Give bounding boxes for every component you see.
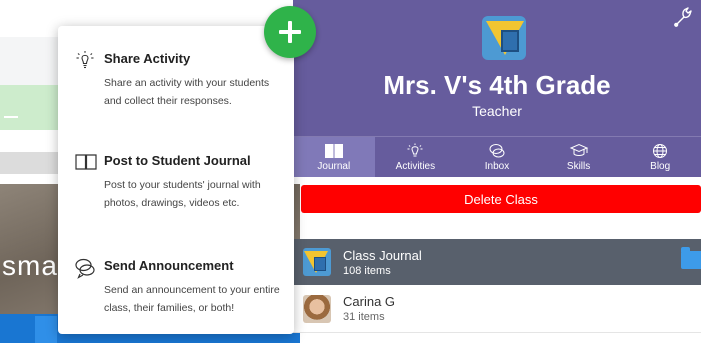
speech-bubbles-icon bbox=[74, 257, 98, 284]
class-role: Teacher bbox=[472, 103, 522, 119]
tab-label: Journal bbox=[317, 160, 351, 172]
menu-item-desc: Post to your students' journal with phot… bbox=[104, 179, 261, 209]
add-menu-popup: Share Activity Share an activity with yo… bbox=[58, 26, 294, 334]
book-icon bbox=[74, 152, 98, 177]
list-item-count: 108 items bbox=[343, 264, 391, 277]
tab-label: Skills bbox=[566, 160, 591, 172]
list-item-name: Class Journal bbox=[343, 247, 422, 263]
tab-blog[interactable]: Blog bbox=[619, 137, 701, 177]
menu-item-title: Share Activity bbox=[104, 51, 191, 66]
delete-class-button[interactable]: Delete Class bbox=[301, 185, 701, 213]
tab-label: Activities bbox=[395, 160, 436, 172]
class-nav: Journal Activities Inbox Skills Blog bbox=[293, 136, 701, 177]
class-journal-icon bbox=[303, 248, 331, 276]
tab-label: Blog bbox=[650, 160, 671, 172]
bg-dash bbox=[4, 116, 18, 118]
lightbulb-icon bbox=[407, 143, 423, 156]
class-title: Mrs. V's 4th Grade bbox=[383, 70, 611, 100]
list-item-student[interactable]: Carina G 31 items bbox=[293, 285, 701, 333]
chat-icon bbox=[489, 143, 505, 157]
tab-label: Inbox bbox=[484, 160, 510, 172]
lightbulb-icon bbox=[74, 50, 96, 75]
list-item-class-journal[interactable]: Class Journal 108 items bbox=[293, 239, 701, 285]
tab-inbox[interactable]: Inbox bbox=[456, 137, 538, 177]
tab-activities[interactable]: Activities bbox=[375, 137, 457, 177]
tab-skills[interactable]: Skills bbox=[538, 137, 620, 177]
globe-icon bbox=[653, 143, 668, 158]
list-item-count: 31 items bbox=[343, 311, 385, 323]
menu-item-desc: Share an activity with your students and… bbox=[104, 77, 270, 107]
class-header: Mrs. V's 4th Grade Teacher bbox=[293, 0, 701, 136]
journal-list: Class Journal 108 items Carina G 31 item… bbox=[293, 239, 701, 333]
wrench-icon[interactable] bbox=[673, 6, 693, 33]
menu-item-title: Post to Student Journal bbox=[104, 153, 251, 168]
add-button[interactable] bbox=[264, 6, 316, 58]
avatar bbox=[303, 294, 331, 323]
folder-icon[interactable] bbox=[681, 247, 701, 269]
bg-blue-block bbox=[35, 316, 57, 343]
graduation-cap-icon bbox=[569, 143, 588, 156]
menu-item-title: Send Announcement bbox=[104, 258, 234, 273]
menu-item-desc: Send an announcement to your entire clas… bbox=[104, 284, 280, 314]
tab-journal[interactable]: Journal bbox=[293, 137, 375, 177]
class-icon bbox=[482, 16, 526, 60]
bg-partial-text: smal bbox=[2, 250, 66, 281]
book-icon bbox=[324, 143, 343, 158]
plus-icon bbox=[279, 21, 301, 43]
list-item-name: Carina G bbox=[343, 294, 396, 309]
